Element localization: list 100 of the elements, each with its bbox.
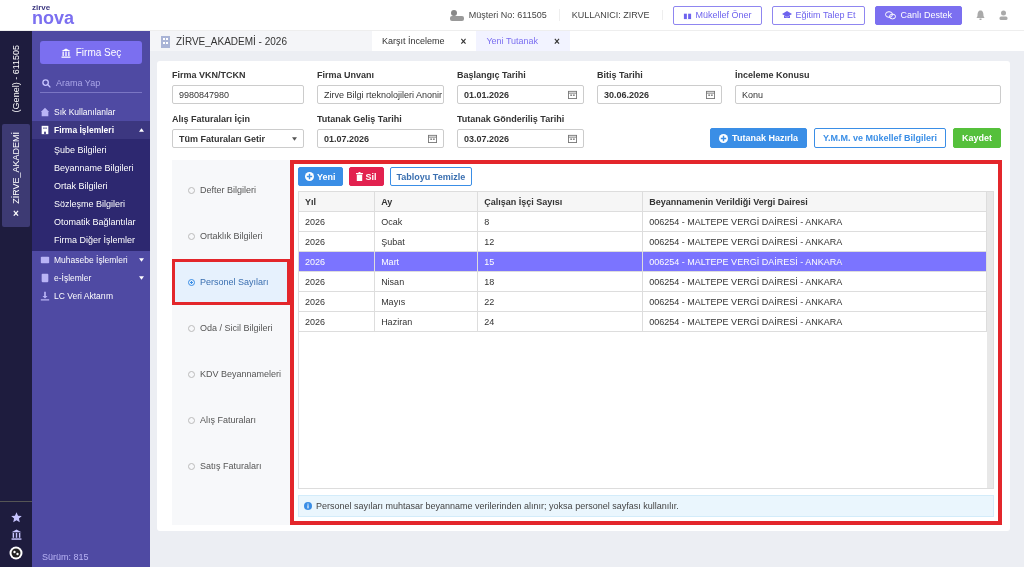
logo-text: zirve (32, 3, 52, 12)
sidebar-item[interactable]: Sık Kullanılanlar (32, 103, 150, 121)
sidebar-subitem[interactable]: Otomatik Bağlantılar (32, 213, 150, 231)
account-label: (Genel) - 611505 (11, 45, 21, 113)
column-header[interactable]: Beyannamenin Verildiği Vergi Dairesi (642, 192, 987, 212)
section-item[interactable]: Oda / Sicil Bilgileri (172, 305, 290, 351)
table-cell: 2026 (299, 211, 375, 232)
calendar-icon[interactable] (706, 90, 715, 99)
input-field[interactable]: 9980847980 (172, 85, 304, 104)
sidebar-item[interactable]: Firma İşlemleri (32, 121, 150, 139)
sidebar-subitem[interactable]: Ortak Bilgileri (32, 177, 150, 195)
version-label: Sürüm: 815 (41, 552, 90, 564)
bell-icon[interactable] (976, 10, 985, 20)
sidebar-subitem[interactable]: Beyanname Bilgileri (32, 159, 150, 177)
field-label: Başlangıç Tarihi (457, 70, 527, 80)
date-field[interactable]: 01.07.2026 (317, 129, 444, 148)
bank-icon[interactable] (10, 529, 22, 540)
section-item[interactable]: Alış Faturaları (172, 397, 290, 443)
graduation-cap-icon (781, 11, 792, 19)
sidebar-subitem[interactable]: Şube Bilgileri (32, 141, 150, 159)
trash-icon (355, 172, 363, 181)
table-cell: 2026 (299, 291, 375, 312)
form-button[interactable]: Y.M.M. ve Mükellef Bilgileri (813, 128, 946, 148)
badge-icon[interactable] (9, 546, 23, 560)
table-cell: Ocak (374, 211, 478, 232)
table-row[interactable]: 2026 Nisan 18 006254 - MALTEPE VERGİ DAİRESİ - ANKARA (299, 271, 987, 292)
bank-icon (60, 47, 71, 58)
table-cell: 006254 - MALTEPE VERGİ DAİRESİ - ANKARA (642, 291, 987, 312)
table-cell: 006254 - MALTEPE VERGİ DAİRESİ - ANKARA (642, 231, 987, 252)
search-icon (42, 78, 51, 88)
menu-icon (40, 125, 50, 135)
table-cell: 22 (477, 291, 643, 312)
caret-up-icon (139, 128, 144, 132)
date-field[interactable]: 30.06.2026 (597, 85, 722, 104)
calendar-icon[interactable] (568, 90, 577, 99)
menu-icon (40, 291, 50, 301)
plus-circle-icon (719, 133, 729, 143)
column-header[interactable]: Yıl (299, 192, 375, 212)
field-label: Tutanak Geliş Tarihi (317, 114, 403, 124)
field-label: Firma VKN/TCKN (172, 70, 247, 80)
company-tab[interactable]: × ZİRVE_AKADEMİ (2, 124, 30, 228)
plus-circle-icon (305, 172, 314, 181)
clear-button[interactable]: Tabloyu Temizle (389, 167, 473, 186)
field-label: Bitiş Tarihi (597, 70, 644, 80)
input-field[interactable]: Konu (735, 85, 1001, 104)
dropdown[interactable]: Tüm Faturaları Getir (172, 129, 304, 148)
user-icon[interactable] (999, 10, 1008, 20)
calendar-icon[interactable] (568, 134, 577, 143)
caret-down-icon (292, 136, 297, 141)
table-cell: 24 (477, 311, 643, 332)
star-icon[interactable] (10, 512, 22, 523)
table-cell: 2026 (299, 231, 375, 252)
table-cell: Mayıs (374, 291, 478, 312)
table-row[interactable]: 2026 Mayıs 22 006254 - MALTEPE VERGİ DAİRESİ - ANKARA (299, 291, 987, 312)
field-label: Tutanak Gönderiliş Tarihi (457, 114, 566, 124)
sidebar-subitem[interactable]: Firma Diğer İşlemler (32, 231, 150, 249)
date-field[interactable]: 03.07.2026 (457, 129, 584, 148)
person-icon (448, 9, 465, 21)
firma-select-button[interactable]: Firma Seç (40, 41, 142, 64)
search-field[interactable]: Arama Yap (56, 78, 136, 88)
company-title: ZİRVE_AKADEMİ - 2026 (176, 35, 287, 47)
table-cell: 006254 - MALTEPE VERGİ DAİRESİ - ANKARA (642, 271, 987, 292)
header-button[interactable]: Eğitim Talep Et (771, 5, 866, 25)
field-label: Alış Faturaları İçin (172, 114, 252, 124)
sidebar-item[interactable]: e-İşlemler (32, 269, 150, 287)
section-item[interactable]: KDV Beyannameleri (172, 351, 290, 397)
field-label: Firma Unvanı (317, 70, 375, 80)
column-header[interactable]: Çalışan İşçi Sayısı (477, 192, 643, 212)
sidebar-item[interactable]: LC Veri Aktarım (32, 287, 150, 305)
header-button[interactable]: Canlı Destek (875, 5, 962, 25)
date-field[interactable]: 01.01.2026 (457, 85, 584, 104)
table-cell: 2026 (299, 271, 375, 292)
user-label: KULLANICI: ZIRVE (571, 10, 650, 20)
table-row[interactable]: 2026 Haziran 24 006254 - MALTEPE VERGİ DAİRESİ - ANKARA (299, 311, 987, 332)
table-cell: 2026 (299, 251, 375, 272)
chat-icon (885, 10, 897, 20)
table-row[interactable]: 2026 Ocak 8 006254 - MALTEPE VERGİ DAİRESİ - ANKARA (299, 211, 987, 232)
table-cell: 006254 - MALTEPE VERGİ DAİRESİ - ANKARA (642, 211, 987, 232)
delete-button[interactable]: Sil (348, 167, 384, 186)
input-field[interactable]: Zirve Bilgi rteknolojileri Anonir (317, 85, 444, 104)
table-cell: 8 (477, 211, 643, 232)
section-item[interactable]: Satış Faturaları (172, 443, 290, 489)
section-item[interactable]: Personel Sayıları (172, 259, 290, 305)
sidebar-item[interactable]: Muhasebe İşlemleri (32, 251, 150, 269)
tab[interactable]: Yeni Tutanak × (476, 31, 570, 51)
column-header[interactable]: Ay (374, 192, 478, 212)
table-cell: Nisan (374, 271, 478, 292)
table-row[interactable]: 2026 Mart 15 006254 - MALTEPE VERGİ DAİRESİ - ANKARA (299, 251, 987, 272)
header-button[interactable]: Mükellef Öner (672, 5, 762, 25)
section-item[interactable]: Defter Bilgileri (172, 167, 290, 213)
calendar-icon[interactable] (428, 134, 437, 143)
info-text: Personel sayıları muhtasar beyanname verilerinden alınır; yoksa personel sayfası kullanılır. (316, 501, 679, 511)
sidebar-subitem[interactable]: Sözleşme Bilgileri (32, 195, 150, 213)
table-cell: 006254 - MALTEPE VERGİ DAİRESİ - ANKARA (642, 311, 987, 332)
table-row[interactable]: 2026 Şubat 12 006254 - MALTEPE VERGİ DAİRESİ - ANKARA (299, 231, 987, 252)
table-cell: Haziran (374, 311, 478, 332)
customer-number: Müşteri No: 611505 (468, 10, 547, 20)
table-cell: 2026 (299, 311, 375, 332)
section-item[interactable]: Ortaklık Bilgileri (172, 213, 290, 259)
menu-icon (40, 107, 50, 117)
